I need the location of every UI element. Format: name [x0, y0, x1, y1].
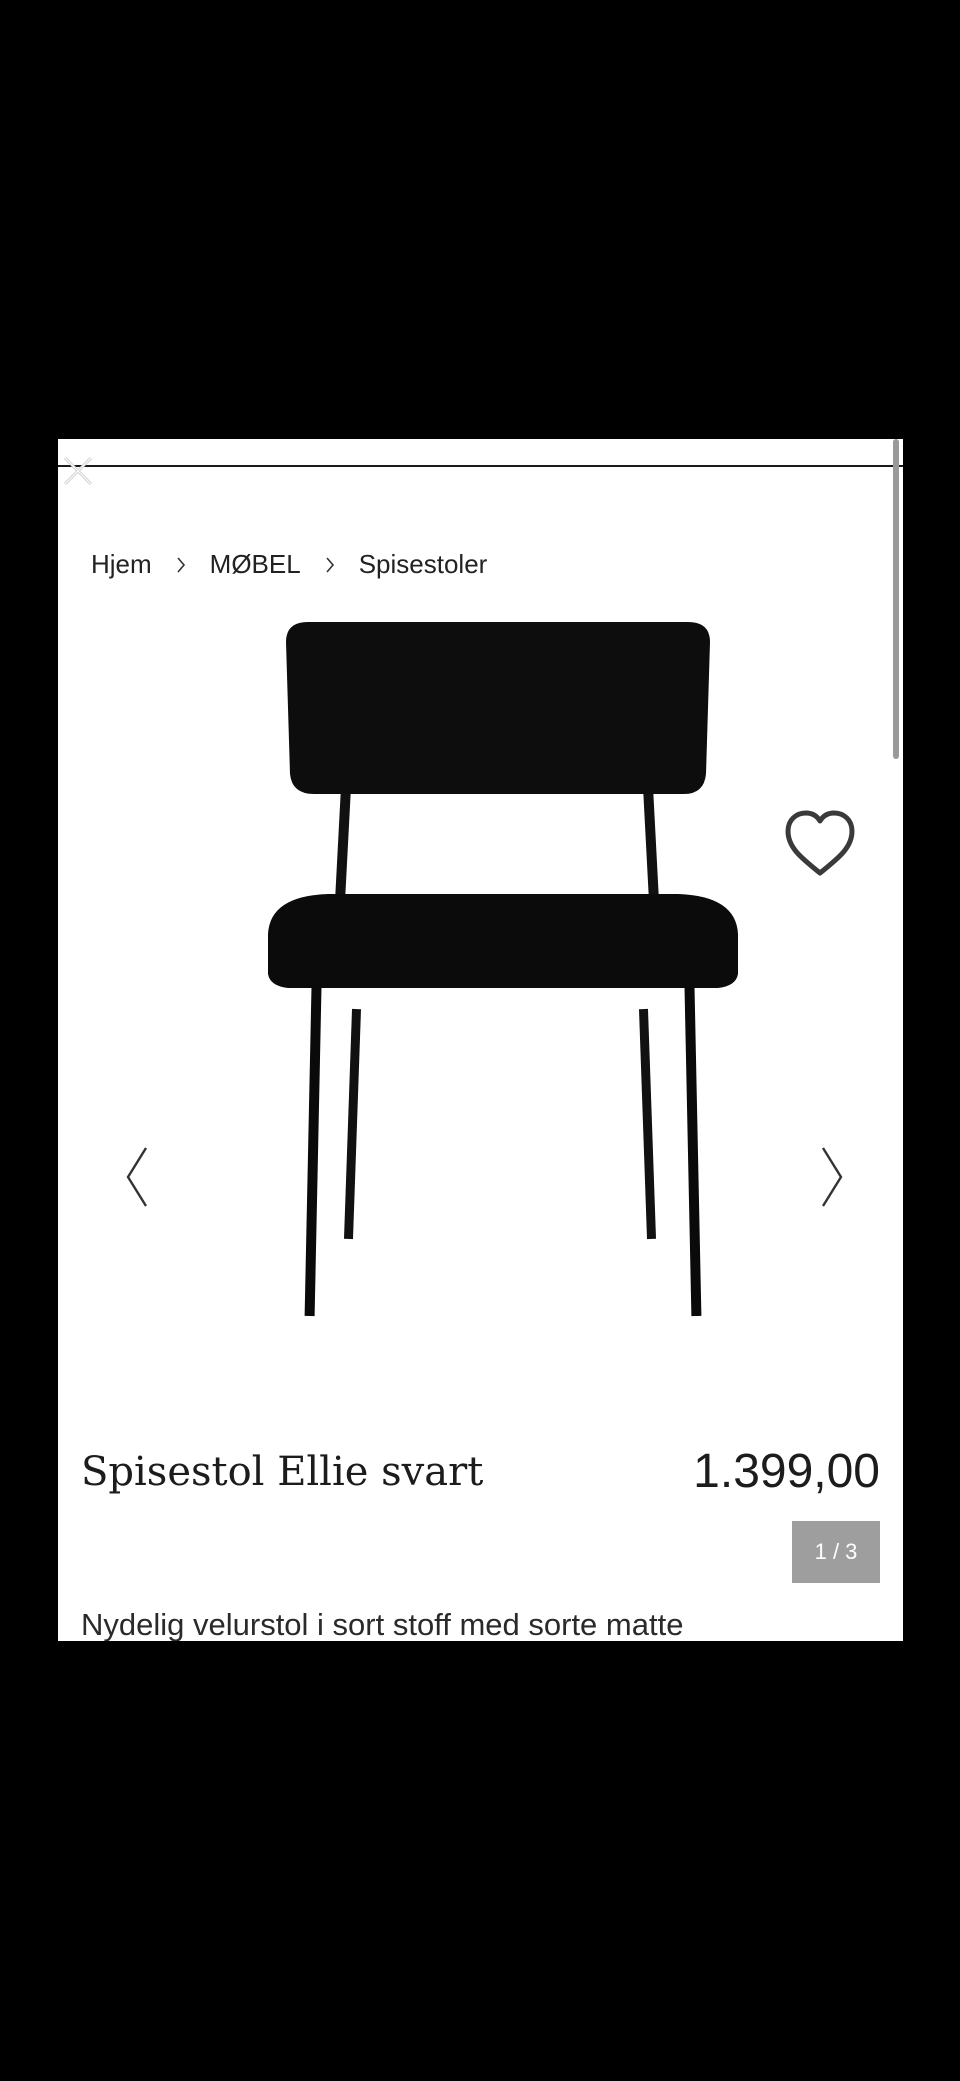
product-description: Nydelig velurstol i sort stoff med sorte…: [81, 1607, 684, 1641]
close-icon: [63, 456, 93, 486]
product-modal: Hjem MØBEL Spisestoler 1 / 3 Spisestol E…: [58, 439, 903, 1641]
chevron-right-icon[interactable]: [813, 1142, 853, 1212]
product-image[interactable]: [228, 614, 768, 1394]
product-title: Spisestol Ellie svart: [81, 1449, 484, 1495]
chevron-left-icon[interactable]: [116, 1142, 156, 1212]
heart-outline-icon[interactable]: [782, 809, 858, 879]
image-counter: 1 / 3: [792, 1521, 880, 1583]
breadcrumb-item-spisestoler[interactable]: Spisestoler: [359, 549, 488, 580]
breadcrumb-item-home[interactable]: Hjem: [91, 549, 152, 580]
chevron-right-small-icon: [174, 555, 188, 575]
screen-backdrop: Hjem MØBEL Spisestoler 1 / 3 Spisestol E…: [0, 0, 960, 2081]
chevron-right-small-icon: [323, 555, 337, 575]
image-gallery: 1 / 3: [58, 614, 903, 1583]
breadcrumb-item-mobel[interactable]: MØBEL: [210, 549, 301, 580]
close-button[interactable]: [60, 453, 96, 489]
product-price: 1.399,00: [693, 1445, 880, 1498]
top-divider: [58, 465, 903, 467]
breadcrumb: Hjem MØBEL Spisestoler: [91, 549, 487, 580]
